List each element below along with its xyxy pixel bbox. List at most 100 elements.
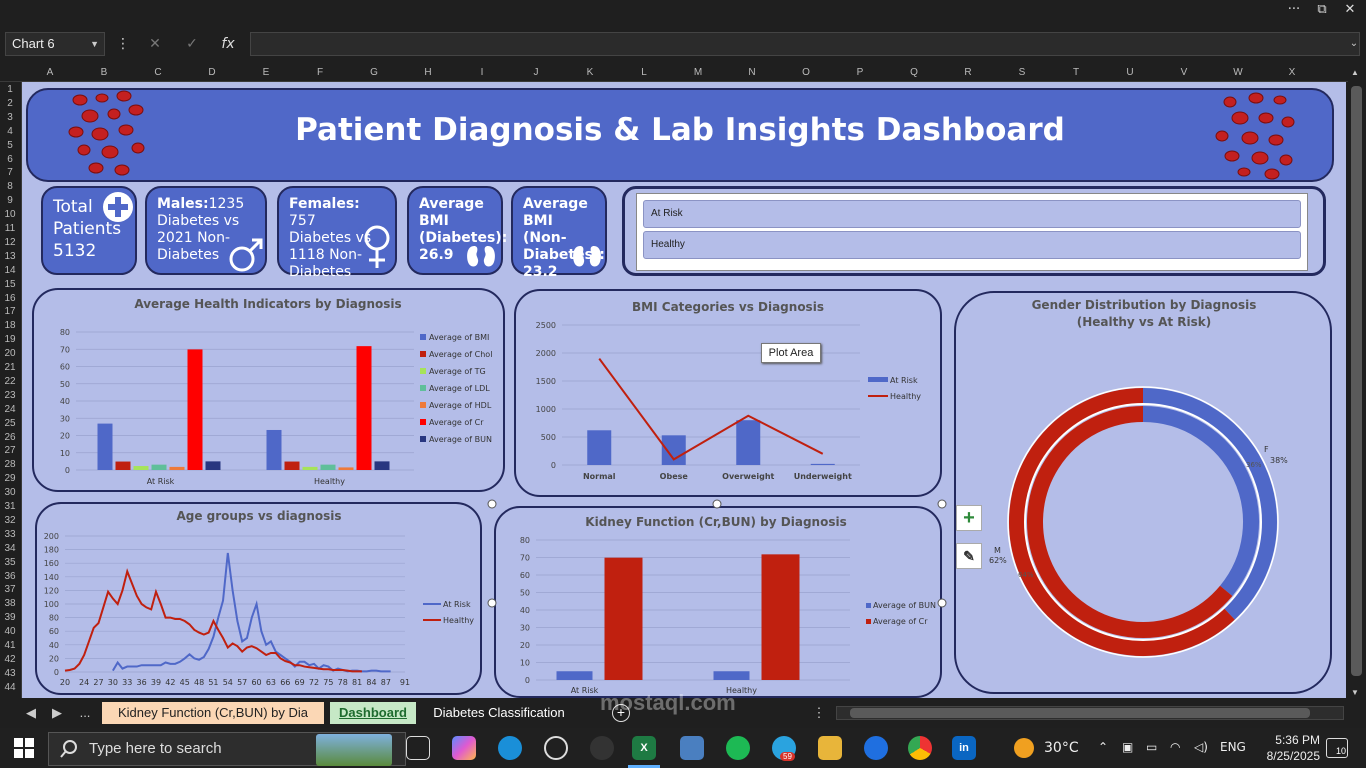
more-vertical-icon[interactable]: ⋮ [112, 33, 134, 55]
row-header-31[interactable]: 31 [0, 501, 20, 512]
meet-icon[interactable]: ▣ [1122, 740, 1133, 754]
row-header-40[interactable]: 40 [0, 626, 20, 637]
windows-start-icon[interactable] [14, 738, 34, 758]
vertical-scroll-thumb[interactable] [1351, 86, 1362, 676]
name-box[interactable]: Chart 6 ▼ [5, 32, 105, 56]
row-header-11[interactable]: 11 [0, 223, 20, 234]
row-header-3[interactable]: 3 [0, 112, 20, 123]
copilot-icon[interactable] [452, 736, 476, 760]
row-header-25[interactable]: 25 [0, 418, 20, 429]
restore-window-icon[interactable]: ⧉ [1308, 0, 1336, 22]
column-header-v[interactable]: V [1181, 67, 1188, 78]
row-header-23[interactable]: 23 [0, 390, 20, 401]
row-header-41[interactable]: 41 [0, 640, 20, 651]
row-header-28[interactable]: 28 [0, 459, 20, 470]
close-window-icon[interactable]: ✕ [1336, 0, 1364, 22]
row-header-6[interactable]: 6 [0, 154, 20, 165]
column-header-g[interactable]: G [370, 67, 378, 78]
edge-icon[interactable] [498, 736, 522, 760]
chatgpt-icon[interactable] [544, 736, 568, 760]
row-header-35[interactable]: 35 [0, 557, 20, 568]
file-explorer-icon[interactable] [818, 736, 842, 760]
row-header-14[interactable]: 14 [0, 265, 20, 276]
chart-selection-handles[interactable] [486, 498, 950, 698]
row-header-8[interactable]: 8 [0, 181, 20, 192]
row-header-38[interactable]: 38 [0, 598, 20, 609]
column-header-b[interactable]: B [101, 67, 108, 78]
column-header-q[interactable]: Q [910, 67, 918, 78]
clock[interactable]: 5:36 PM 8/25/2025 [1252, 732, 1320, 764]
app-icon[interactable] [590, 736, 614, 760]
chrome-icon[interactable] [908, 736, 932, 760]
language-indicator[interactable]: ENG [1220, 740, 1246, 754]
column-header-c[interactable]: C [154, 67, 161, 78]
insert-function-icon[interactable]: fx [217, 33, 239, 55]
row-header-22[interactable]: 22 [0, 376, 20, 387]
row-header-20[interactable]: 20 [0, 348, 20, 359]
enter-icon[interactable]: ✓ [181, 33, 203, 55]
volume-icon[interactable]: ◁) [1194, 740, 1208, 754]
tab-overflow[interactable]: ... [74, 702, 96, 724]
laptop-icon[interactable] [680, 736, 704, 760]
row-header-15[interactable]: 15 [0, 279, 20, 290]
scroll-down-icon[interactable]: ▼ [1351, 688, 1359, 697]
row-header-9[interactable]: 9 [0, 195, 20, 206]
chevron-down-icon[interactable]: ▼ [90, 33, 99, 55]
chart-gender-distribution[interactable]: Gender Distribution by Diagnosis (Healthy… [954, 291, 1332, 694]
tab-dashboard[interactable]: Dashboard [330, 702, 416, 724]
row-header-12[interactable]: 12 [0, 237, 20, 248]
row-header-4[interactable]: 4 [0, 126, 20, 137]
chart-age-groups[interactable]: Age groups vs diagnosis 0 20 40 60 80 100 120 14… [35, 502, 482, 695]
row-header-29[interactable]: 29 [0, 473, 20, 484]
row-header-39[interactable]: 39 [0, 612, 20, 623]
column-header-t[interactable]: T [1073, 67, 1079, 78]
row-header-1[interactable]: 1 [0, 84, 20, 95]
canva-icon[interactable] [864, 736, 888, 760]
more-options-icon[interactable]: ··· [1280, 0, 1308, 22]
tab-scroll-left-icon[interactable]: ◀ [22, 702, 40, 724]
column-header-h[interactable]: H [424, 67, 431, 78]
column-header-j[interactable]: J [534, 67, 539, 78]
chart-elements-button[interactable]: + [956, 505, 982, 531]
task-view-icon[interactable] [406, 736, 430, 760]
row-header-37[interactable]: 37 [0, 584, 20, 595]
horizontal-scroll-thumb[interactable] [850, 708, 1310, 718]
row-header-33[interactable]: 33 [0, 529, 20, 540]
chart-bmi-categories[interactable]: BMI Categories vs Diagnosis 0 500 1000 1500 2… [514, 289, 942, 497]
excel-icon[interactable]: X [632, 736, 656, 760]
row-header-26[interactable]: 26 [0, 432, 20, 443]
column-header-d[interactable]: D [208, 67, 215, 78]
row-header-19[interactable]: 19 [0, 334, 20, 345]
row-header-2[interactable]: 2 [0, 98, 20, 109]
column-header-e[interactable]: E [263, 67, 270, 78]
column-header-o[interactable]: O [802, 67, 810, 78]
row-header-36[interactable]: 36 [0, 571, 20, 582]
row-header-21[interactable]: 21 [0, 362, 20, 373]
row-header-30[interactable]: 30 [0, 487, 20, 498]
column-header-i[interactable]: I [481, 67, 484, 78]
cancel-icon[interactable]: ✕ [144, 33, 166, 55]
row-header-13[interactable]: 13 [0, 251, 20, 262]
chart-health-indicators[interactable]: Average Health Indicators by Diagnosis 0 1… [32, 288, 505, 492]
chevron-up-icon[interactable]: ⌃ [1098, 740, 1108, 754]
column-header-l[interactable]: L [641, 67, 647, 78]
column-header-w[interactable]: W [1233, 67, 1242, 78]
wifi-icon[interactable]: ◠ [1170, 740, 1180, 754]
column-header-k[interactable]: K [587, 67, 594, 78]
tab-diabetes-classification[interactable]: Diabetes Classification [422, 702, 576, 724]
row-header-5[interactable]: 5 [0, 140, 20, 151]
row-header-24[interactable]: 24 [0, 404, 20, 415]
row-header-27[interactable]: 27 [0, 445, 20, 456]
tabs-more-icon[interactable]: ⋮ [812, 702, 826, 724]
slicer-item-healthy[interactable]: Healthy [643, 231, 1301, 259]
row-header-42[interactable]: 42 [0, 654, 20, 665]
column-header-m[interactable]: M [694, 67, 702, 78]
linkedin-icon[interactable]: in [952, 736, 976, 760]
column-header-x[interactable]: X [1289, 67, 1296, 78]
column-header-r[interactable]: R [964, 67, 971, 78]
row-header-7[interactable]: 7 [0, 167, 20, 178]
formula-input[interactable] [250, 32, 1360, 56]
row-header-16[interactable]: 16 [0, 293, 20, 304]
tab-kidney-function[interactable]: Kidney Function (Cr,BUN) by Dia [102, 702, 324, 724]
row-header-10[interactable]: 10 [0, 209, 20, 220]
